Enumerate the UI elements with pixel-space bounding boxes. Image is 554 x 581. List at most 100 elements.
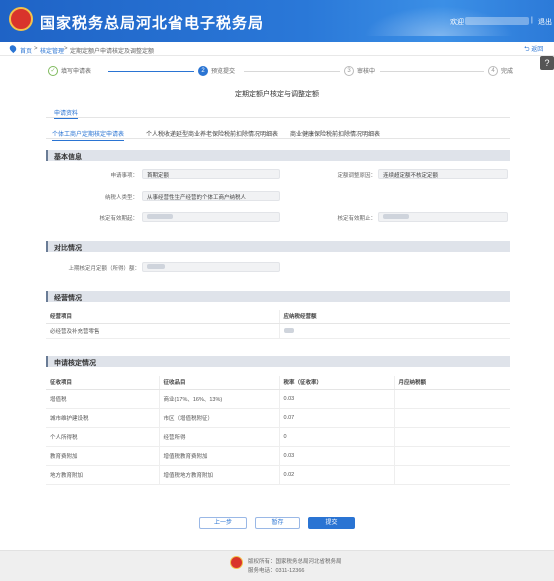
table-row: 个人所得税 经营所得 0 [46,427,510,447]
taxpayer-type-label: 纳税人类型： [104,195,138,201]
table-cell: 个人所得税 [46,427,160,447]
apply-type-field[interactable]: 首期定额 [142,169,280,179]
tax-emblem-icon [9,7,33,31]
footer-copyright: 版权所有：国家税务总局河北省税务局 [248,559,342,565]
column-header: 征收项目 [46,376,160,390]
step-1: ✓ 填写申请表 [48,66,92,77]
welcome-text: 欢迎 [450,19,464,26]
footer-phone: 服务电话：0311-12366 [248,568,305,574]
step-4: 4 完成 [488,66,514,77]
location-pin-icon [8,43,18,54]
redacted-value [383,214,409,220]
tab-household-form[interactable]: 个体工商户定期核定申请表 [52,129,125,141]
step-2-label: 预览提交 [211,69,236,75]
section-title: 经营情况 [54,295,82,302]
step-4-label: 完成 [501,69,514,75]
section-title: 申请核定情况 [54,360,96,367]
back-button[interactable]: ⮌ 返回 [524,44,543,56]
column-header: 征收品目 [159,376,280,390]
table-cell: 增值税地方教育附加 [159,465,280,485]
step-3-label: 审核中 [357,69,376,75]
submit-button[interactable]: 提交 [308,517,355,529]
redacted-value [147,264,165,270]
step-1-label: 填写申请表 [61,69,92,75]
user-name-redacted [465,17,529,25]
table-cell: 市区（增值税附征） [159,408,280,428]
taxpayer-type-field[interactable]: 从事经营性生产经营的个体工商户纳税人 [142,191,280,201]
table-cell: 地方教育附加 [46,465,160,485]
table-cell: 增值税教育费附加 [159,446,280,466]
redacted-value [283,327,294,333]
tab-pension-insurance[interactable]: 个人税收递延型商业养老保险税前扣除情况明细表 [146,129,278,138]
table-row: 增值税 商业(17%、16%、13%) 0.03 [46,389,510,409]
table-cell: 0.03 [279,446,395,466]
step-3: 3 审核中 [344,66,376,77]
table-cell: 0.02 [279,465,395,485]
breadcrumb-separator: > [64,46,68,52]
table-cell: 增值税 [46,389,160,409]
header-separator: | [531,17,533,24]
operation-table: 经营项目 应纳税经营额 必经营及补充营零售 [46,310,510,339]
breadcrumb: 首页 > 核定管理 > 定期定额户申请核定及调整定额 [0,42,554,56]
table-cell [394,465,510,485]
back-label: 返回 [531,47,544,53]
form-tabs: 个体工商户定期核定申请表 个人税收递延型商业养老保险税前扣除情况明细表 商业健康… [46,126,510,141]
adjust-reason-label: 定额调整原因： [337,173,376,179]
breadcrumb-home[interactable]: 首页 [20,46,32,55]
table-cell: 商业(17%、16%、13%) [159,389,280,409]
redacted-value [147,214,173,220]
last-income-label: 上期核定月定额（所得）额： [68,266,140,272]
last-income-field[interactable] [142,262,280,272]
save-draft-button[interactable]: 暂存 [255,517,300,529]
footer-emblem-icon [230,556,243,569]
section-title: 对比情况 [54,245,82,252]
table-cell: 0 [279,427,395,447]
material-tabs: 申请资料 [46,106,510,119]
breadcrumb-separator: > [34,46,38,52]
valid-to-field[interactable] [378,212,508,222]
step-1-check-icon: ✓ [48,66,58,77]
table-cell: 必经营及补充营零售 [46,323,280,339]
step-connector [244,71,340,72]
adjust-reason-field[interactable]: 连续超定额不核定定额 [378,169,508,179]
table-cell [279,323,510,339]
table-cell: 经营所得 [159,427,280,447]
step-3-number: 3 [344,66,354,77]
column-header: 经营项目 [46,310,280,324]
table-row: 教育费附加 增值税教育费附加 0.03 [46,446,510,466]
return-arrow-icon: ⮌ [524,46,530,53]
step-2-number: 2 [198,66,208,77]
valid-from-field[interactable] [142,212,280,222]
apply-type-label: 申请事项： [110,173,138,179]
app-header: 国家税务总局河北省电子税务局 欢迎 | 退出 [0,0,554,42]
breadcrumb-level2[interactable]: 核定管理 [40,46,64,55]
column-header: 税率（征收率） [279,376,395,390]
tab-application-material[interactable]: 申请资料 [54,108,79,119]
table-cell [394,446,510,466]
section-apply: 申请核定情况 [46,356,510,367]
prev-step-button[interactable]: 上一步 [199,517,247,529]
step-2: 2 预览提交 [198,66,236,77]
table-row: 必经营及补充营零售 [46,323,510,339]
step-connector [108,71,194,72]
form-title: 定期定额户核定与调整定额 [235,91,319,98]
section-basic-info: 基本信息 [46,150,510,161]
table-cell: 0.07 [279,408,395,428]
table-row: 城市维护建设税 市区（增值税附征） 0.07 [46,408,510,428]
table-cell [394,389,510,409]
logout-link[interactable]: 退出 [538,17,552,27]
table-row: 地方教育附加 增值税地方教育附加 0.02 [46,465,510,485]
help-icon[interactable]: ? [540,56,554,70]
section-comparison: 对比情况 [46,241,510,252]
table-cell [394,408,510,428]
valid-to-label: 核定有效期止： [337,216,376,222]
column-header: 月应纳税额 [394,376,510,390]
apply-table: 征收项目 征收品目 税率（征收率） 月应纳税额 增值税 商业(17%、16%、13… [46,376,510,485]
tab-health-insurance[interactable]: 商业健康保险税前扣除情况明细表 [290,129,380,138]
progress-steps: ✓ 填写申请表 2 预览提交 3 审核中 4 完成 [40,66,520,82]
valid-from-label: 核定有效期起： [99,216,138,222]
table-cell: 城市维护建设税 [46,408,160,428]
step-connector [380,71,484,72]
breadcrumb-current: 定期定额户申请核定及调整定额 [70,49,155,55]
table-cell [394,427,510,447]
